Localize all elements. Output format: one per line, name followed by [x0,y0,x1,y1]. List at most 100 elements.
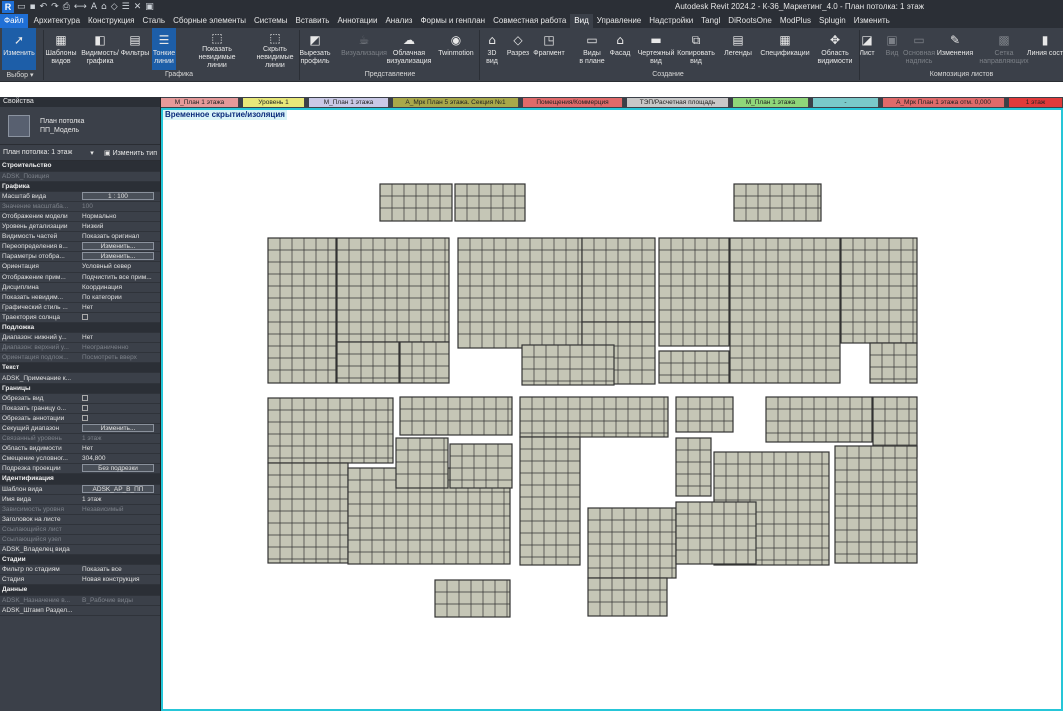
property-value-cell[interactable] [80,403,160,414]
ribbon-button[interactable]: ▤ Фильтры [120,28,150,70]
ribbon-button[interactable]: ◩ Вырезать профиль [296,28,334,70]
property-value-cell[interactable]: Показать все [80,564,160,576]
property-value-cell[interactable]: Изменить... [80,251,160,263]
property-value-cell[interactable]: Нет [80,443,160,455]
ribbon-tab[interactable]: ModPlus [776,14,815,28]
property-value-cell[interactable]: Изменить... [80,423,160,435]
property-group[interactable]: Строительство [0,161,160,172]
text-icon[interactable]: A [91,2,97,12]
property-group[interactable]: Данные [0,584,160,596]
property-checkbox[interactable] [82,405,88,412]
property-value-cell[interactable]: Координация [80,282,160,293]
ribbon-tab[interactable]: Сборные элементы [169,14,250,28]
3d-icon[interactable]: ⌂ [101,2,107,12]
ribbon-button[interactable]: ⌂ Фасад [608,28,632,70]
ribbon-button[interactable]: ▭ Основная надпись [903,28,935,70]
ribbon-tab[interactable]: Управление [593,14,645,28]
ribbon-button[interactable]: ✥ Область видимости [816,28,854,70]
ribbon-button[interactable]: ▩ Сетка направляющих [979,28,1028,70]
property-edit-button[interactable]: Без подрезки [82,464,154,473]
view-tab[interactable]: М_План 1 этажа [161,98,239,107]
ribbon-button[interactable]: ▣ Вид [882,28,902,70]
property-checkbox[interactable] [82,415,88,422]
ribbon-button[interactable]: ▦ Шаблоны видов [46,28,77,70]
property-value-cell[interactable]: Низкий [80,221,160,233]
property-value-cell[interactable]: Изменить... [80,241,160,253]
ribbon-button[interactable]: ✎ Изменения [936,28,974,70]
ribbon-tab[interactable]: Вид [570,14,593,28]
revit-logo-icon[interactable]: R [2,1,14,13]
property-value-cell[interactable]: Нет [80,332,160,344]
property-value-cell[interactable]: Нет [80,302,160,313]
ribbon-tab[interactable]: Файл [0,14,28,28]
ribbon-button[interactable]: ◇ Разрез [506,28,530,70]
ribbon-button[interactable]: ☕ Визуализация [341,28,387,70]
property-value-cell[interactable] [80,544,160,556]
view-tab[interactable]: Помещения/Коммерция [523,98,623,107]
ribbon-tab[interactable]: Конструкция [84,14,138,28]
ribbon-tab[interactable]: Анализ [381,14,416,28]
ribbon-button[interactable]: ▤ Легенды [722,28,754,70]
view-tab[interactable]: М_План 1 этажа [733,98,809,107]
close-inactive-icon[interactable]: ✕ [134,2,142,12]
ribbon-button[interactable]: ◉ Twinmotion [438,28,474,70]
ribbon-tab[interactable]: Формы и генплан [416,14,489,28]
view-tab[interactable]: Уровень 1 [243,98,305,107]
edit-type-button[interactable]: ▣ Изменить тип [104,149,157,157]
ribbon-button[interactable]: ➚ Изменить [2,28,36,70]
property-group[interactable]: Стадии [0,554,160,566]
property-edit-button[interactable]: Изменить... [82,252,154,261]
property-value-cell[interactable]: 1 этаж [80,494,160,505]
property-value-cell[interactable]: Показать оригинал [80,231,160,243]
property-checkbox[interactable] [82,394,88,401]
property-value-cell[interactable]: 1 : 100 [80,191,160,202]
type-selector[interactable]: План потолка ПП_Модель [0,107,160,145]
property-value-cell[interactable] [80,393,160,404]
property-group[interactable]: Подложка [0,322,160,334]
property-group[interactable]: Границы [0,383,160,394]
open-icon[interactable]: ▭ [17,2,26,12]
view-tab[interactable]: 1 этаж [1009,98,1063,107]
instance-filter[interactable]: План потолка: 1 этаж [3,149,72,156]
ribbon-tab[interactable]: Вставить [292,14,334,28]
undo-icon[interactable]: ↶ [40,2,48,12]
ribbon-tab[interactable]: Tangl [697,14,724,28]
property-group[interactable]: Идентификация [0,473,160,485]
ribbon-button[interactable]: ☁ Облачная визуализация [387,28,432,70]
property-checkbox[interactable] [82,314,88,321]
thin-lines-icon[interactable]: ☰ [122,2,130,12]
ribbon-tab[interactable]: Архитектура [30,14,84,28]
property-value-cell[interactable]: По категории [80,292,160,303]
property-value-cell[interactable] [80,312,160,324]
ribbon-button[interactable]: ▭ Виды в плане [576,28,608,70]
save-icon[interactable]: ▪ [30,2,36,12]
property-value[interactable]: 1 : 100 [82,191,154,200]
ribbon-button[interactable]: ◧ Видимость/ графика [81,28,119,70]
ribbon-button[interactable]: ▬ Чертежный вид [638,28,675,70]
ribbon-button[interactable]: ▦ Спецификации [760,28,809,70]
section-icon[interactable]: ◇ [111,2,118,12]
ribbon-panel-label[interactable]: Выбор ▾ [0,71,40,81]
view-tab[interactable]: М_План 1 этажа [309,98,389,107]
view-tab[interactable]: А_Мрк План 5 этажа. Секция №1 [393,98,519,107]
ribbon-button[interactable]: ☰ Тонкие линии [152,28,176,70]
property-edit-button[interactable]: Изменить... [82,423,154,432]
switch-windows-icon[interactable]: ▣ [145,2,154,12]
ribbon-button[interactable]: ⬚ Скрыть невидимые линии [252,28,298,70]
property-value-cell[interactable]: Подчистить все прим... [80,272,160,283]
property-group[interactable]: Графика [0,181,160,192]
view-tab[interactable]: ТЭП/Расчетная площадь [627,98,729,107]
property-value-cell[interactable]: Условный север [80,261,160,273]
ribbon-tab[interactable]: DiRootsOne [724,14,776,28]
redo-icon[interactable]: ↷ [51,2,59,12]
ribbon-button[interactable]: ◳ Фрагмент [533,28,564,70]
view-tab[interactable]: А_Мрк План 1 этажа отм. 0,000 [883,98,1005,107]
property-value-cell[interactable]: Новая конструкция [80,574,160,586]
property-value-cell[interactable] [80,605,160,616]
ribbon-tab[interactable]: Аннотации [333,14,381,28]
property-value-cell[interactable] [80,372,160,384]
property-value-cell[interactable]: Нормально [80,211,160,223]
property-value-cell[interactable]: Без подрезки [80,463,160,475]
property-value-cell[interactable]: ADSK_АР_В_ПП [80,484,160,495]
property-value-cell[interactable] [80,413,160,424]
